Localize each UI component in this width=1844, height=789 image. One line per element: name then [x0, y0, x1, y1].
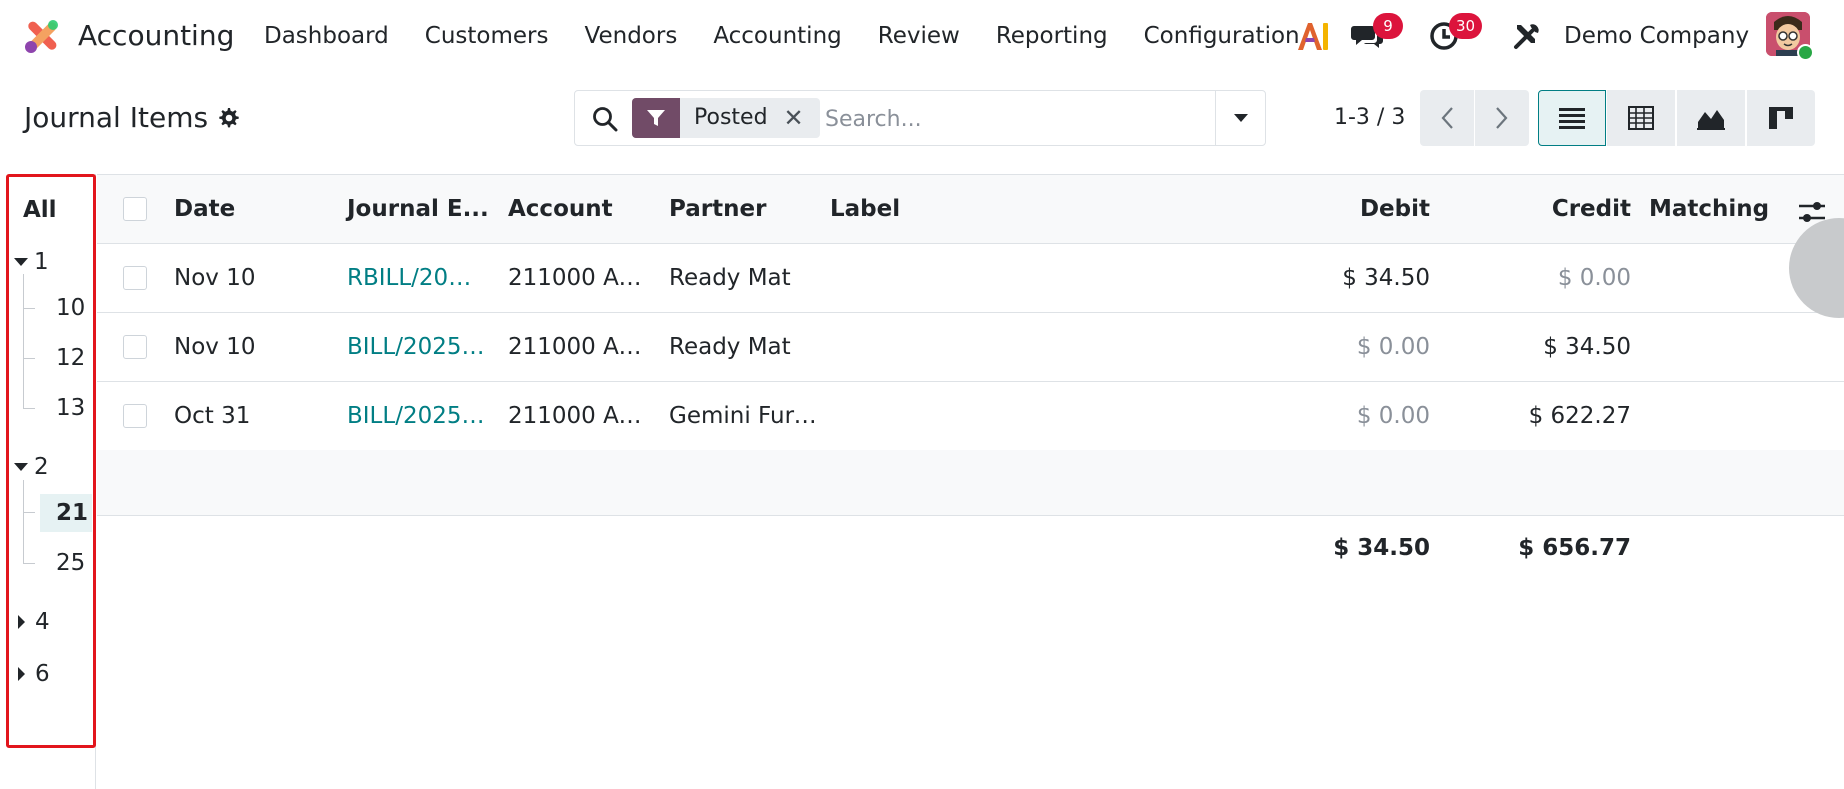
menu-item-configuration[interactable]: Configuration [1144, 16, 1300, 56]
cell-debit: $ 0.00 [1356, 403, 1430, 429]
cell-debit: $ 34.50 [1342, 265, 1430, 291]
cell-credit: $ 0.00 [1557, 265, 1631, 291]
graph-view-button[interactable] [1677, 90, 1745, 146]
cell-date: Nov 10 [174, 265, 256, 291]
column-header-matching[interactable]: Matching [1649, 195, 1769, 223]
messages-badge: 9 [1373, 13, 1403, 39]
app-name[interactable]: Accounting [78, 16, 234, 56]
kanban-view-button[interactable] [1747, 90, 1815, 146]
side-panel-highlight-box [6, 174, 96, 748]
search-input[interactable] [825, 99, 1145, 139]
menu-item-reporting[interactable]: Reporting [996, 16, 1108, 56]
pager-next-button[interactable] [1475, 90, 1529, 146]
pager-value[interactable]: 1-3 / 3 [1334, 100, 1405, 136]
column-header-partner[interactable]: Partner [669, 195, 766, 223]
app-logo-icon[interactable] [22, 16, 62, 56]
cell-account: 211000 Account Payable [508, 265, 646, 291]
cell-journal-entry[interactable]: BILL/2025/10/0009 [347, 402, 485, 430]
search-facet-posted: Posted ✕ [632, 98, 820, 138]
menu-item-vendors[interactable]: Vendors [585, 16, 678, 56]
cell-partner: Gemini Furniture [669, 403, 819, 429]
caret-down-icon [1234, 114, 1248, 122]
page-title: Journal Items [24, 101, 209, 134]
ai-icon[interactable] [1296, 20, 1330, 52]
list-view-icon [1559, 108, 1585, 129]
cell-journal-entry[interactable]: RBILL/2025/11/0001 [347, 264, 485, 292]
row-checkbox[interactable] [123, 266, 147, 290]
cell-account: 211000 Account Payable [508, 334, 646, 360]
total-credit: $ 656.77 [1518, 535, 1631, 561]
pager-previous-button[interactable] [1420, 90, 1474, 146]
cell-journal-entry[interactable]: BILL/2025/11/0003 [347, 333, 485, 361]
activities-badge: 30 [1449, 13, 1483, 39]
list-view-button[interactable] [1538, 90, 1606, 146]
total-debit: $ 34.50 [1333, 535, 1430, 561]
select-all-checkbox[interactable] [123, 197, 147, 221]
cell-credit: $ 622.27 [1528, 403, 1631, 429]
gear-icon[interactable] [216, 106, 240, 130]
cell-partner: Ready Mat [669, 334, 791, 360]
kanban-view-icon [1769, 107, 1793, 129]
cell-date: Nov 10 [174, 334, 256, 360]
main-menu: Dashboard Customers Vendors Accounting R… [264, 16, 1336, 56]
chevron-right-icon [1496, 107, 1508, 129]
cell-credit: $ 34.50 [1543, 334, 1631, 360]
row-checkbox[interactable] [123, 404, 147, 428]
empty-list-area [97, 450, 1844, 516]
search-bar[interactable]: Posted ✕ [574, 90, 1266, 146]
table-row[interactable]: Nov 10 RBILL/2025/11/0001 211000 Account… [97, 244, 1844, 313]
search-icon[interactable] [591, 105, 619, 133]
facet-label: Posted [694, 105, 768, 130]
column-header-label[interactable]: Label [830, 195, 900, 223]
search-options-toggle[interactable] [1215, 91, 1266, 145]
filter-icon [632, 98, 680, 138]
row-checkbox[interactable] [123, 335, 147, 359]
menu-item-review[interactable]: Review [878, 16, 960, 56]
cell-account: 211000 Account Payable [508, 403, 646, 429]
top-navbar: Accounting Dashboard Customers Vendors A… [0, 0, 1844, 72]
column-header-date[interactable]: Date [174, 195, 235, 223]
cell-date: Oct 31 [174, 403, 251, 429]
table-row[interactable]: Oct 31 BILL/2025/10/0009 211000 Account … [97, 382, 1844, 451]
pivot-view-button[interactable] [1607, 90, 1675, 146]
menu-item-accounting[interactable]: Accounting [713, 16, 841, 56]
tools-icon[interactable] [1509, 18, 1545, 54]
company-switcher[interactable]: Demo Company [1564, 16, 1749, 56]
online-status-dot [1797, 44, 1814, 61]
cell-partner: Ready Mat [669, 265, 791, 291]
column-header-credit[interactable]: Credit [1467, 195, 1631, 223]
graph-view-icon [1697, 110, 1725, 130]
table-header: Date Journal E... Account Partner Label … [97, 174, 1844, 244]
chevron-left-icon [1441, 107, 1453, 129]
column-header-account[interactable]: Account [508, 195, 613, 223]
pivot-view-icon [1628, 106, 1654, 130]
facet-remove-icon[interactable]: ✕ [780, 98, 820, 138]
menu-item-dashboard[interactable]: Dashboard [264, 16, 389, 56]
menu-item-customers[interactable]: Customers [425, 16, 549, 56]
column-header-journal-entry[interactable]: Journal E... [347, 195, 489, 223]
cell-debit: $ 0.00 [1356, 334, 1430, 360]
column-header-debit[interactable]: Debit [1267, 195, 1430, 223]
table-row[interactable]: Nov 10 BILL/2025/11/0003 211000 Account … [97, 313, 1844, 382]
